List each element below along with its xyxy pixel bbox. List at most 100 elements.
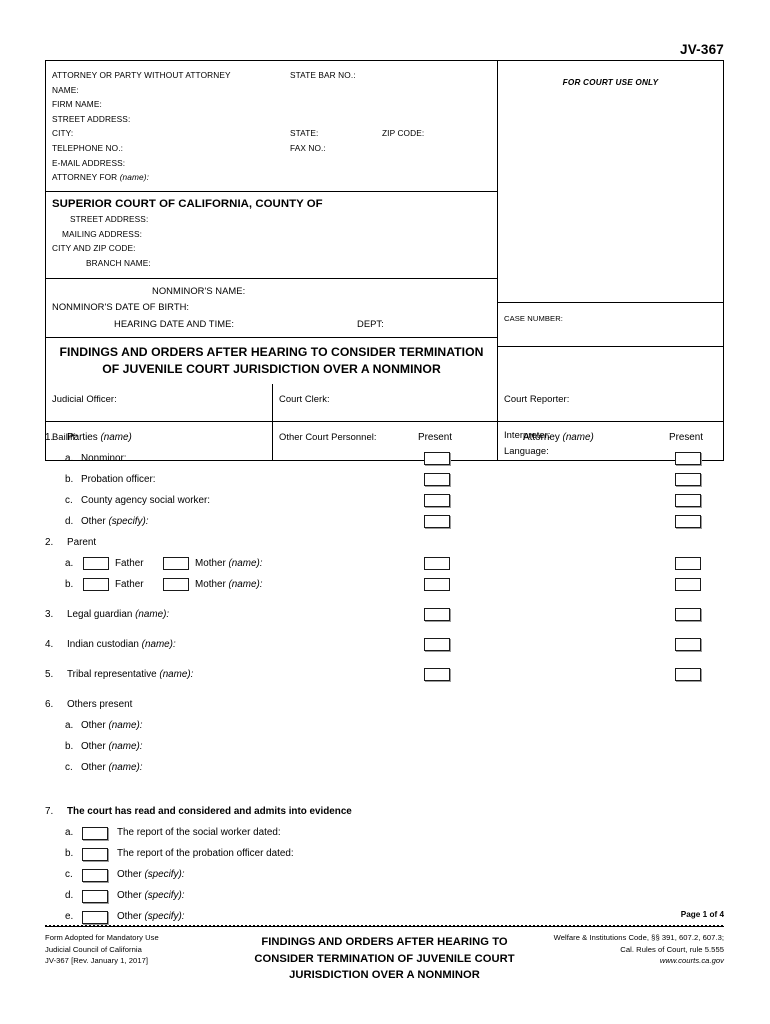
item-2a-letter: a. bbox=[65, 558, 74, 569]
attorney-for-label: ATTORNEY FOR bbox=[52, 172, 118, 183]
checkbox-1b-present-attorney[interactable] bbox=[675, 473, 701, 486]
telephone-row[interactable]: TELEPHONE NO.: FAX NO.: bbox=[52, 141, 491, 156]
attorney-for-row[interactable]: ATTORNEY FOR (name): bbox=[52, 170, 491, 185]
footer: Form Adopted for Mandatory Use Judicial … bbox=[45, 932, 724, 984]
name-row[interactable]: NAME: bbox=[52, 83, 491, 98]
checkbox-7e[interactable] bbox=[82, 911, 108, 924]
form-title-line1: FINDINGS AND ORDERS AFTER HEARING TO CON… bbox=[59, 345, 484, 360]
street-address-row[interactable]: STREET ADDRESS: bbox=[52, 112, 491, 127]
item-1b-letter: b. bbox=[65, 474, 74, 485]
footer-adopted-line3: JV-367 [Rev. January 1, 2017] bbox=[45, 956, 149, 966]
firm-name-row[interactable]: FIRM NAME: bbox=[52, 97, 491, 112]
column-header-attorney: Attorney (name) bbox=[523, 432, 594, 443]
item-6b-label: Other (name): bbox=[81, 741, 143, 752]
nonminor-dob-label: NONMINOR'S DATE OF BIRTH: bbox=[52, 301, 190, 313]
checkbox-2b-present-attorney[interactable] bbox=[675, 578, 701, 591]
item-7e-label: Other (specify): bbox=[117, 911, 185, 922]
checkbox-4-present-attorney[interactable] bbox=[675, 638, 701, 651]
item-2: 2. Parent bbox=[45, 535, 724, 556]
item-2b-letter: b. bbox=[65, 579, 74, 590]
email-row[interactable]: E-MAIL ADDRESS: bbox=[52, 156, 491, 171]
item-1c-letter: c. bbox=[65, 495, 73, 506]
checkbox-2a-present-attorney[interactable] bbox=[675, 557, 701, 570]
item-1-label: Parties (name) bbox=[67, 432, 132, 443]
item-2a-father-label: Father bbox=[115, 558, 144, 569]
item-1a-letter: a. bbox=[65, 453, 74, 464]
checkbox-5-present-attorney[interactable] bbox=[675, 668, 701, 681]
footer-title-line2: CONSIDER TERMINATION OF JUVENILE COURT bbox=[254, 952, 515, 965]
dept-label: DEPT: bbox=[357, 317, 384, 329]
checkbox-1a-present-attorney[interactable] bbox=[675, 452, 701, 465]
checkbox-1b-present-party[interactable] bbox=[424, 473, 450, 486]
checkbox-1c-present-party[interactable] bbox=[424, 494, 450, 507]
item-7c-letter: c. bbox=[65, 869, 73, 880]
firm-name-label: FIRM NAME: bbox=[52, 99, 102, 110]
footer-adopted-line1: Form Adopted for Mandatory Use bbox=[45, 933, 159, 942]
item-7b: b. The report of the probation officer d… bbox=[45, 846, 724, 867]
checkbox-2a-father[interactable] bbox=[83, 557, 109, 570]
attorney-for-hint: (name): bbox=[119, 172, 149, 183]
checkbox-1c-present-attorney[interactable] bbox=[675, 494, 701, 507]
checkbox-1a-present-party[interactable] bbox=[424, 452, 450, 465]
checkbox-5-present-party[interactable] bbox=[424, 668, 450, 681]
judicial-officer-label: Judicial Officer: bbox=[52, 393, 117, 405]
item-4: 4. Indian custodian (name): bbox=[45, 637, 724, 658]
attorney-block[interactable]: ATTORNEY OR PARTY WITHOUT ATTORNEY STATE… bbox=[46, 61, 497, 192]
item-7d-letter: d. bbox=[65, 890, 74, 901]
item-3-number: 3. bbox=[45, 609, 54, 620]
checkbox-7c[interactable] bbox=[82, 869, 108, 882]
email-label: E-MAIL ADDRESS: bbox=[52, 157, 126, 168]
item-1d: d. Other (specify): bbox=[45, 514, 724, 535]
court-mailing-address-label: MAILING ADDRESS: bbox=[62, 228, 142, 239]
footer-adoption-info: Form Adopted for Mandatory Use Judicial … bbox=[45, 932, 235, 967]
attorney-heading-row: ATTORNEY OR PARTY WITHOUT ATTORNEY STATE… bbox=[52, 68, 491, 83]
court-clerk-cell[interactable]: Court Clerk: bbox=[273, 384, 498, 422]
item-1d-label: Other (specify): bbox=[81, 516, 149, 527]
item-6a-label: Other (name): bbox=[81, 720, 143, 731]
item-1: 1. Parties (name) Present Attorney (name… bbox=[45, 430, 724, 451]
checkbox-2a-mother[interactable] bbox=[163, 557, 189, 570]
case-number-box[interactable]: CASE NUMBER: bbox=[498, 303, 723, 347]
checkbox-2b-present-party[interactable] bbox=[424, 578, 450, 591]
checkbox-2a-present-party[interactable] bbox=[424, 557, 450, 570]
footer-form-title: FINDINGS AND ORDERS AFTER HEARING TO CON… bbox=[235, 932, 534, 984]
personnel-row-1: Judicial Officer: Court Clerk: Court Rep… bbox=[46, 384, 723, 422]
item-2a-mother-label: Mother (name): bbox=[195, 558, 263, 569]
checkbox-4-present-party[interactable] bbox=[424, 638, 450, 651]
checkbox-2b-mother[interactable] bbox=[163, 578, 189, 591]
case-number-label: CASE NUMBER: bbox=[504, 314, 564, 323]
checkbox-7b[interactable] bbox=[82, 848, 108, 861]
column-header-present-attorney: Present bbox=[669, 432, 704, 443]
item-7e-letter: e. bbox=[65, 911, 74, 922]
hearing-date-row: HEARING DATE AND TIME: DEPT: bbox=[52, 316, 491, 333]
item-1a: a. Nonminor: bbox=[45, 451, 724, 472]
nonminor-block[interactable]: NONMINOR'S NAME: NONMINOR'S DATE OF BIRT… bbox=[46, 279, 497, 339]
form-items: 1. Parties (name) Present Attorney (name… bbox=[45, 430, 724, 930]
checkbox-1d-present-attorney[interactable] bbox=[675, 515, 701, 528]
street-address-label: STREET ADDRESS: bbox=[52, 113, 131, 124]
checkbox-3-present-attorney[interactable] bbox=[675, 608, 701, 621]
footer-title-line1: FINDINGS AND ORDERS AFTER HEARING TO bbox=[261, 936, 508, 948]
court-reporter-cell[interactable]: Court Reporter: bbox=[498, 384, 723, 421]
item-6a: a. Other (name): bbox=[45, 718, 724, 739]
item-6-number: 6. bbox=[45, 699, 54, 710]
item-2b: b. Father Mother (name): bbox=[45, 577, 724, 598]
zip-code-label: ZIP CODE: bbox=[382, 128, 425, 139]
checkbox-2b-father[interactable] bbox=[83, 578, 109, 591]
footer-citation-line2: Cal. Rules of Court, rule 5.555 bbox=[620, 944, 724, 954]
footer-adopted-line2: Judicial Council of California bbox=[45, 944, 142, 954]
item-7c-label: Other (specify): bbox=[117, 869, 185, 880]
checkbox-7a[interactable] bbox=[82, 827, 108, 840]
checkbox-3-present-party[interactable] bbox=[424, 608, 450, 621]
checkbox-1d-present-party[interactable] bbox=[424, 515, 450, 528]
superior-court-block[interactable]: SUPERIOR COURT OF CALIFORNIA, COUNTY OF … bbox=[46, 192, 497, 279]
court-branch-name-label: BRANCH NAME: bbox=[86, 258, 151, 269]
court-street-address-label: STREET ADDRESS: bbox=[70, 213, 149, 224]
city-row[interactable]: CITY: STATE: ZIP CODE: bbox=[52, 126, 491, 141]
item-7d: d. Other (specify): bbox=[45, 888, 724, 909]
item-5-number: 5. bbox=[45, 669, 54, 680]
item-7b-label: The report of the probation officer date… bbox=[117, 848, 294, 859]
item-7c: c. Other (specify): bbox=[45, 867, 724, 888]
judicial-officer-cell[interactable]: Judicial Officer: bbox=[46, 384, 273, 422]
checkbox-7d[interactable] bbox=[82, 890, 108, 903]
